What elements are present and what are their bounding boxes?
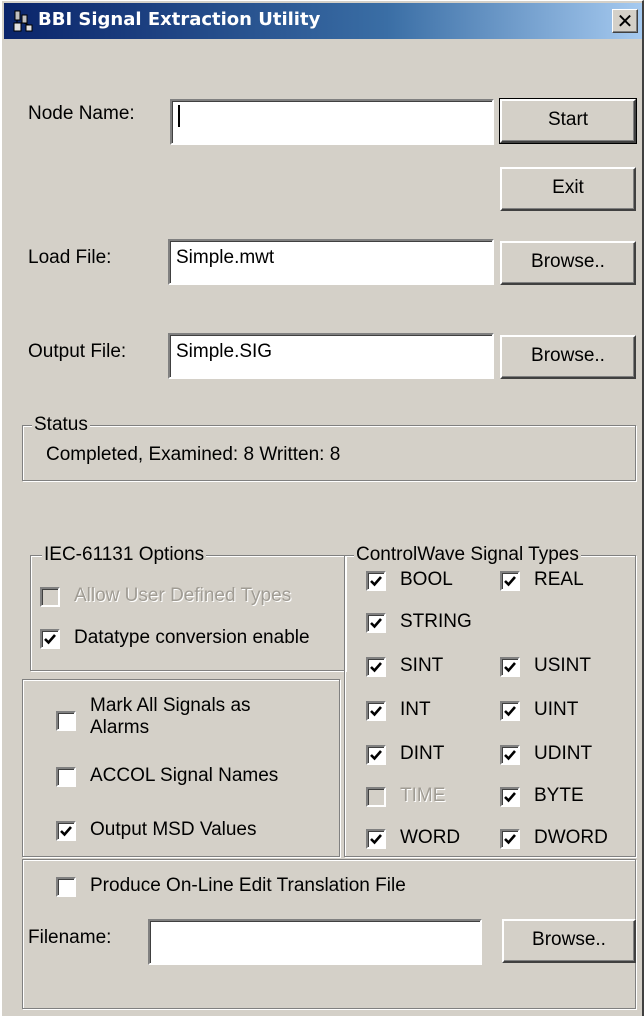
signal-types-group <box>344 555 636 857</box>
int-checkbox[interactable] <box>366 701 386 721</box>
uint-checkbox[interactable] <box>500 701 520 721</box>
status-legend: Status <box>32 414 90 435</box>
string-checkbox[interactable] <box>366 613 386 633</box>
usint-label: USINT <box>534 655 591 676</box>
output-file-input[interactable]: Simple.SIG <box>168 333 494 379</box>
output-msd-label: Output MSD Values <box>90 819 257 840</box>
checkmark-icon <box>60 826 72 837</box>
bool-checkbox[interactable] <box>366 571 386 591</box>
udint-label: UDINT <box>534 743 593 764</box>
int-label: INT <box>400 699 431 720</box>
checkmark-icon <box>370 576 382 587</box>
dint-checkbox[interactable] <box>366 745 386 765</box>
checkmark-icon <box>504 750 516 761</box>
load-file-label: Load File: <box>28 247 112 268</box>
word-label: WORD <box>400 827 461 848</box>
string-label: STRING <box>400 611 472 632</box>
uint-label: UINT <box>534 699 579 720</box>
dword-label: DWORD <box>534 827 608 848</box>
real-checkbox[interactable] <box>500 571 520 591</box>
filename-input[interactable] <box>148 919 482 965</box>
produce-online-edit-checkbox[interactable] <box>56 877 76 897</box>
checkmark-icon <box>504 662 516 673</box>
udint-checkbox[interactable] <box>500 745 520 765</box>
dword-checkbox[interactable] <box>500 829 520 849</box>
mark-alarms-label: Mark All Signals as Alarms <box>90 695 251 738</box>
checkmark-icon <box>370 750 382 761</box>
iec-options-legend: IEC-61131 Options <box>42 544 207 565</box>
exit-button[interactable]: Exit <box>500 167 636 211</box>
accol-names-label: ACCOL Signal Names <box>90 765 279 786</box>
node-name-label: Node Name: <box>28 103 135 124</box>
checkmark-icon <box>44 634 56 645</box>
real-label: REAL <box>534 569 584 590</box>
bool-label: BOOL <box>400 569 453 590</box>
load-file-input[interactable]: Simple.mwt <box>168 239 494 285</box>
text-caret <box>178 104 180 127</box>
signal-types-legend: ControlWave Signal Types <box>354 544 581 565</box>
sint-label: SINT <box>400 655 444 676</box>
start-button[interactable]: Start <box>499 98 637 144</box>
close-button[interactable]: ✕ <box>612 9 638 33</box>
output-file-label: Output File: <box>28 341 127 362</box>
output-msd-checkbox[interactable] <box>56 821 76 841</box>
checkmark-icon <box>370 618 382 629</box>
datatype-conversion-label: Datatype conversion enable <box>74 627 310 648</box>
time-checkbox[interactable] <box>366 787 386 807</box>
byte-checkbox[interactable] <box>500 787 520 807</box>
app-icon <box>13 10 33 32</box>
allow-user-types-checkbox[interactable] <box>40 587 60 607</box>
status-text: Completed, Examined: 8 Written: 8 <box>46 444 341 465</box>
mark-alarms-checkbox[interactable] <box>56 711 76 731</box>
title-bar[interactable]: BBI Signal Extraction Utility ✕ <box>4 3 642 39</box>
checkmark-icon <box>370 662 382 673</box>
filename-browse-button[interactable]: Browse.. <box>502 919 636 963</box>
dialog-window: BBI Signal Extraction Utility ✕ Node Nam… <box>0 0 644 1016</box>
filename-label: Filename: <box>28 927 112 948</box>
sint-checkbox[interactable] <box>366 657 386 677</box>
checkmark-icon <box>504 834 516 845</box>
output-browse-button[interactable]: Browse.. <box>500 335 636 379</box>
datatype-conversion-checkbox[interactable] <box>40 629 60 649</box>
checkmark-icon <box>370 834 382 845</box>
window-title: BBI Signal Extraction Utility <box>38 9 321 30</box>
checkmark-icon <box>370 706 382 717</box>
checkmark-icon <box>504 576 516 587</box>
load-browse-button[interactable]: Browse.. <box>500 241 636 285</box>
close-icon: ✕ <box>616 9 634 33</box>
iec-options-group <box>30 555 346 671</box>
byte-label: BYTE <box>534 785 584 806</box>
time-label: TIME <box>400 785 446 806</box>
checkmark-icon <box>504 792 516 803</box>
usint-checkbox[interactable] <box>500 657 520 677</box>
checkmark-icon <box>504 706 516 717</box>
allow-user-types-label: Allow User Defined Types <box>74 585 292 606</box>
node-name-input[interactable] <box>170 99 494 145</box>
accol-names-checkbox[interactable] <box>56 767 76 787</box>
dint-label: DINT <box>400 743 445 764</box>
produce-online-edit-label: Produce On-Line Edit Translation File <box>90 875 406 896</box>
word-checkbox[interactable] <box>366 829 386 849</box>
